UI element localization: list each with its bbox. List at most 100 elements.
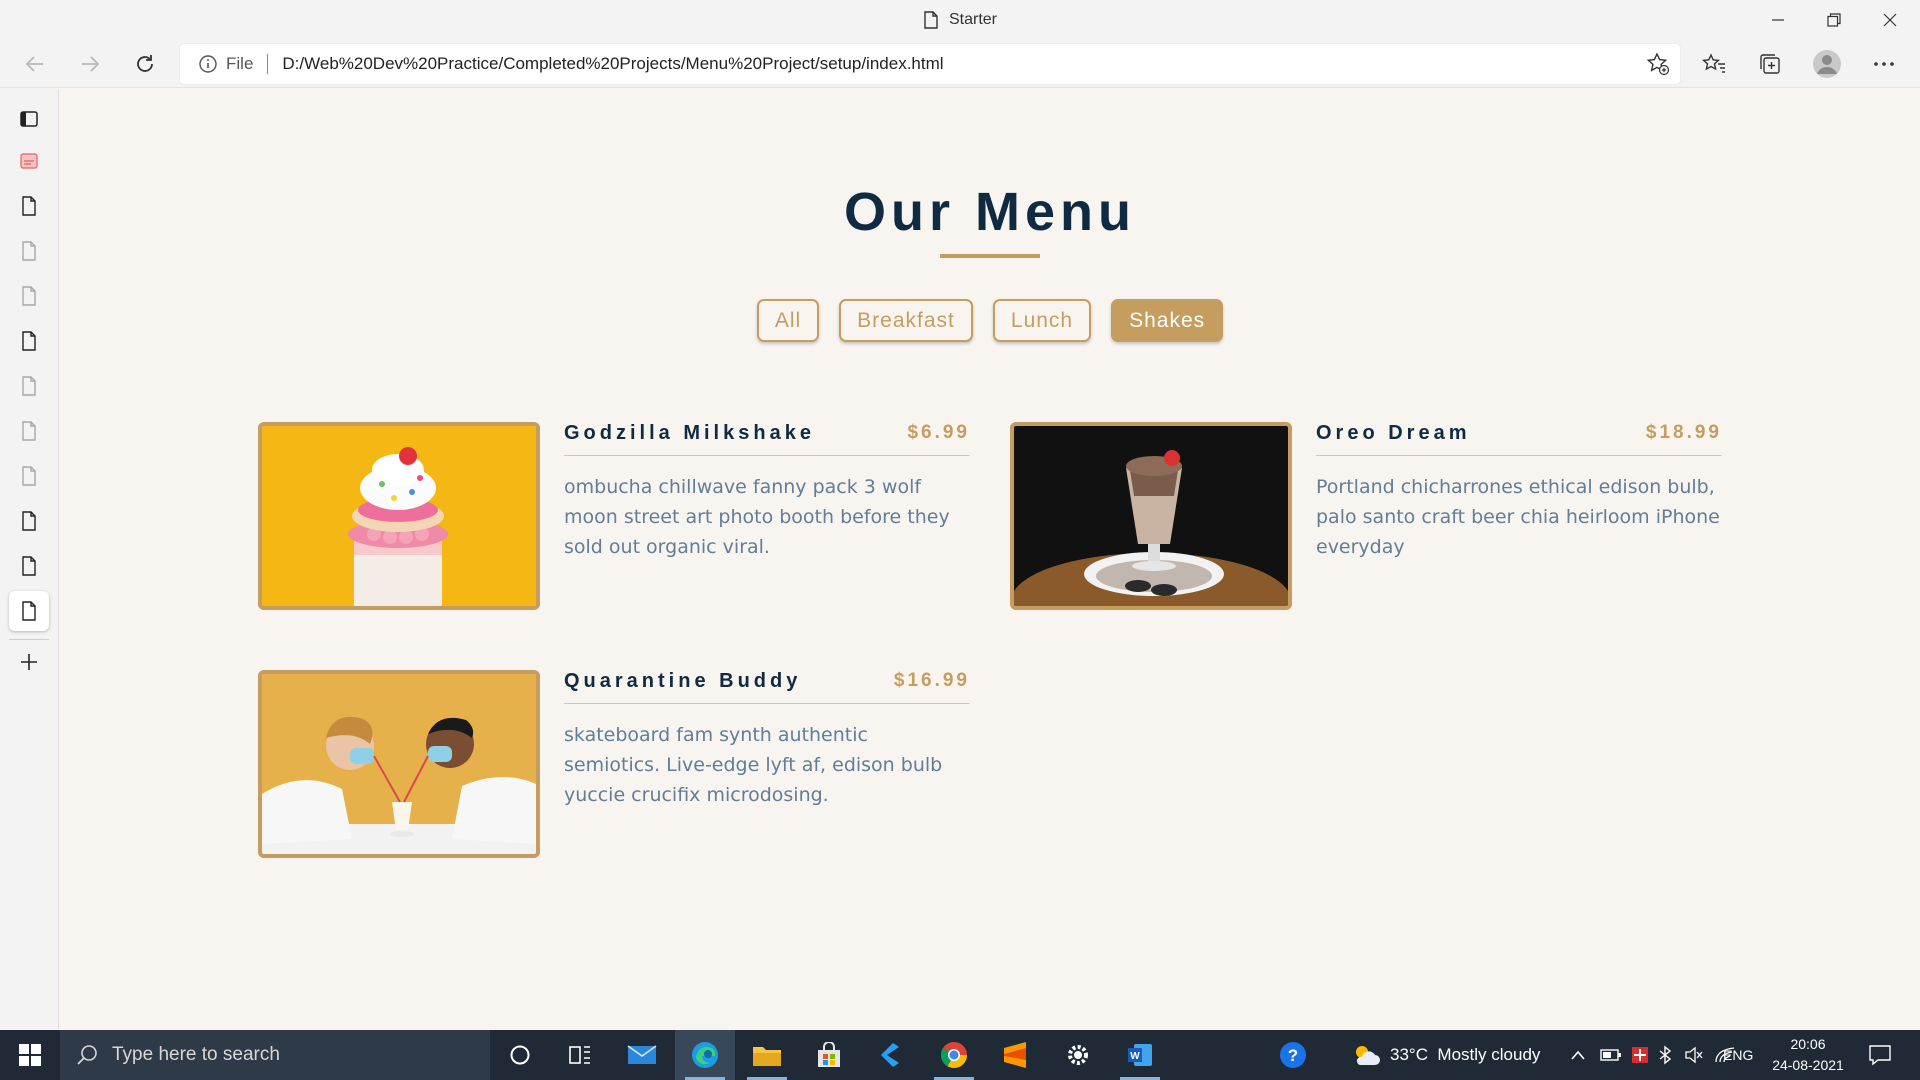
battery-indicator[interactable] xyxy=(1600,1030,1622,1080)
notifications-button[interactable] xyxy=(1868,1030,1892,1080)
clock-time: 20:06 xyxy=(1790,1036,1826,1052)
minimize-button[interactable] xyxy=(1750,0,1806,40)
refresh-button[interactable] xyxy=(125,44,165,84)
file-explorer-app[interactable] xyxy=(737,1030,797,1080)
edge-app[interactable] xyxy=(675,1030,735,1080)
menu-item: Quarantine Buddy $16.99 skateboard fam s… xyxy=(258,670,988,860)
close-button[interactable] xyxy=(1862,0,1918,40)
filter-lunch-button[interactable]: Lunch xyxy=(992,299,1092,342)
bluetooth-icon xyxy=(1659,1045,1672,1065)
word-app[interactable]: W xyxy=(1110,1030,1170,1080)
help-button[interactable]: ? xyxy=(1278,1030,1308,1080)
address-prefix: File xyxy=(226,54,254,73)
chrome-icon xyxy=(940,1042,968,1069)
edge-icon xyxy=(692,1042,718,1068)
clock-date: 24-08-2021 xyxy=(1772,1057,1844,1073)
settings-app[interactable] xyxy=(1048,1030,1108,1080)
more-dots-icon xyxy=(1874,62,1894,66)
tab-actions-button[interactable] xyxy=(9,99,49,139)
page-icon xyxy=(22,376,36,396)
forward-button[interactable] xyxy=(70,44,110,84)
close-icon xyxy=(1883,13,1897,27)
restore-icon xyxy=(1827,13,1841,27)
system-clock[interactable]: 20:06 24-08-2021 xyxy=(1760,1034,1856,1076)
back-button[interactable] xyxy=(15,44,55,84)
tab-page-2[interactable] xyxy=(9,231,49,271)
notification-icon xyxy=(1869,1045,1891,1066)
bluetooth-tray[interactable] xyxy=(1658,1030,1672,1080)
search-placeholder: Type here to search xyxy=(112,1044,280,1065)
taskbar-search-box[interactable]: Type here to search xyxy=(60,1030,490,1080)
info-icon xyxy=(199,55,217,73)
tab-page-7[interactable] xyxy=(9,456,49,496)
address-bar[interactable]: File D:/Web%20Dev%20Practice/Completed%2… xyxy=(180,44,1680,84)
cortana-circle-icon xyxy=(510,1045,530,1065)
battery-icon xyxy=(1600,1049,1621,1061)
tab-page-6[interactable] xyxy=(9,411,49,451)
add-favorite-button[interactable] xyxy=(1646,52,1670,81)
mail-app[interactable] xyxy=(612,1030,672,1080)
chevron-up-icon xyxy=(1571,1050,1585,1060)
item-photo-godzilla-milkshake xyxy=(258,422,540,610)
store-app[interactable] xyxy=(799,1030,859,1080)
new-tab-button[interactable] xyxy=(9,642,49,682)
input-language[interactable]: ENG xyxy=(1723,1030,1753,1080)
item-photo-oreo-dream xyxy=(1010,422,1292,610)
tab-page-5[interactable] xyxy=(9,366,49,406)
antivirus-tray[interactable] xyxy=(1630,1030,1650,1080)
filter-all-button[interactable]: All xyxy=(756,299,820,342)
site-info[interactable]: File xyxy=(198,54,253,74)
sublime-text-app[interactable] xyxy=(985,1030,1045,1080)
tab-page-8[interactable] xyxy=(9,501,49,541)
profile-button[interactable] xyxy=(1810,48,1844,80)
page-icon xyxy=(22,556,36,576)
partly-cloudy-icon xyxy=(1356,1046,1380,1065)
shield-badge-icon xyxy=(1632,1047,1648,1063)
tab-page-3[interactable] xyxy=(9,276,49,316)
tab-page-active[interactable] xyxy=(9,591,49,631)
menu-item: Oreo Dream $18.99 Portland chicharrones … xyxy=(1010,422,1740,612)
chrome-app[interactable] xyxy=(924,1030,984,1080)
item-header: Quarantine Buddy $16.99 xyxy=(564,670,970,704)
restore-button[interactable] xyxy=(1806,0,1862,40)
filter-shakes-button[interactable]: Shakes xyxy=(1111,299,1224,342)
favorites-icon xyxy=(1702,53,1725,73)
vscode-app[interactable] xyxy=(860,1030,920,1080)
item-price: $18.99 xyxy=(1645,422,1722,443)
word-icon: W xyxy=(1128,1044,1152,1066)
tab-page-1[interactable] xyxy=(9,186,49,226)
tab-pdf[interactable] xyxy=(9,141,49,181)
item-price: $16.99 xyxy=(893,670,970,691)
page-icon xyxy=(22,196,36,216)
url-text[interactable]: D:/Web%20Dev%20Practice/Completed%20Proj… xyxy=(282,54,943,74)
star-add-icon xyxy=(1646,52,1670,76)
page-icon xyxy=(22,421,36,441)
weather-widget[interactable]: 33°C Mostly cloudy xyxy=(1352,1030,1540,1080)
task-view-button[interactable] xyxy=(550,1030,610,1080)
refresh-icon xyxy=(137,55,153,72)
page-title: Our Menu xyxy=(844,182,1136,242)
arrow-left-icon xyxy=(25,56,43,72)
page-icon xyxy=(22,511,36,531)
item-name: Quarantine Buddy xyxy=(564,670,802,692)
collections-icon xyxy=(1760,54,1780,74)
item-name: Oreo Dream xyxy=(1316,422,1471,444)
tab-page-9[interactable] xyxy=(9,546,49,586)
arrow-right-icon xyxy=(82,56,100,72)
page-icon xyxy=(22,601,36,621)
start-button[interactable] xyxy=(0,1030,60,1080)
filter-breakfast-button[interactable]: Breakfast xyxy=(839,299,973,342)
favorites-button[interactable] xyxy=(1697,48,1731,80)
mail-icon xyxy=(627,1045,657,1064)
svg-text:?: ? xyxy=(1288,1046,1298,1065)
item-price: $6.99 xyxy=(907,422,970,443)
volume-button[interactable] xyxy=(1684,1030,1704,1080)
cortana-button[interactable] xyxy=(490,1030,550,1080)
show-hidden-icons-button[interactable] xyxy=(1570,1030,1586,1080)
pdf-file-icon xyxy=(20,153,38,169)
settings-more-button[interactable] xyxy=(1867,48,1901,80)
volume-muted-icon xyxy=(1685,1046,1703,1064)
store-bag-icon xyxy=(818,1042,840,1067)
collections-button[interactable] xyxy=(1753,48,1787,80)
tab-page-4[interactable] xyxy=(9,321,49,361)
